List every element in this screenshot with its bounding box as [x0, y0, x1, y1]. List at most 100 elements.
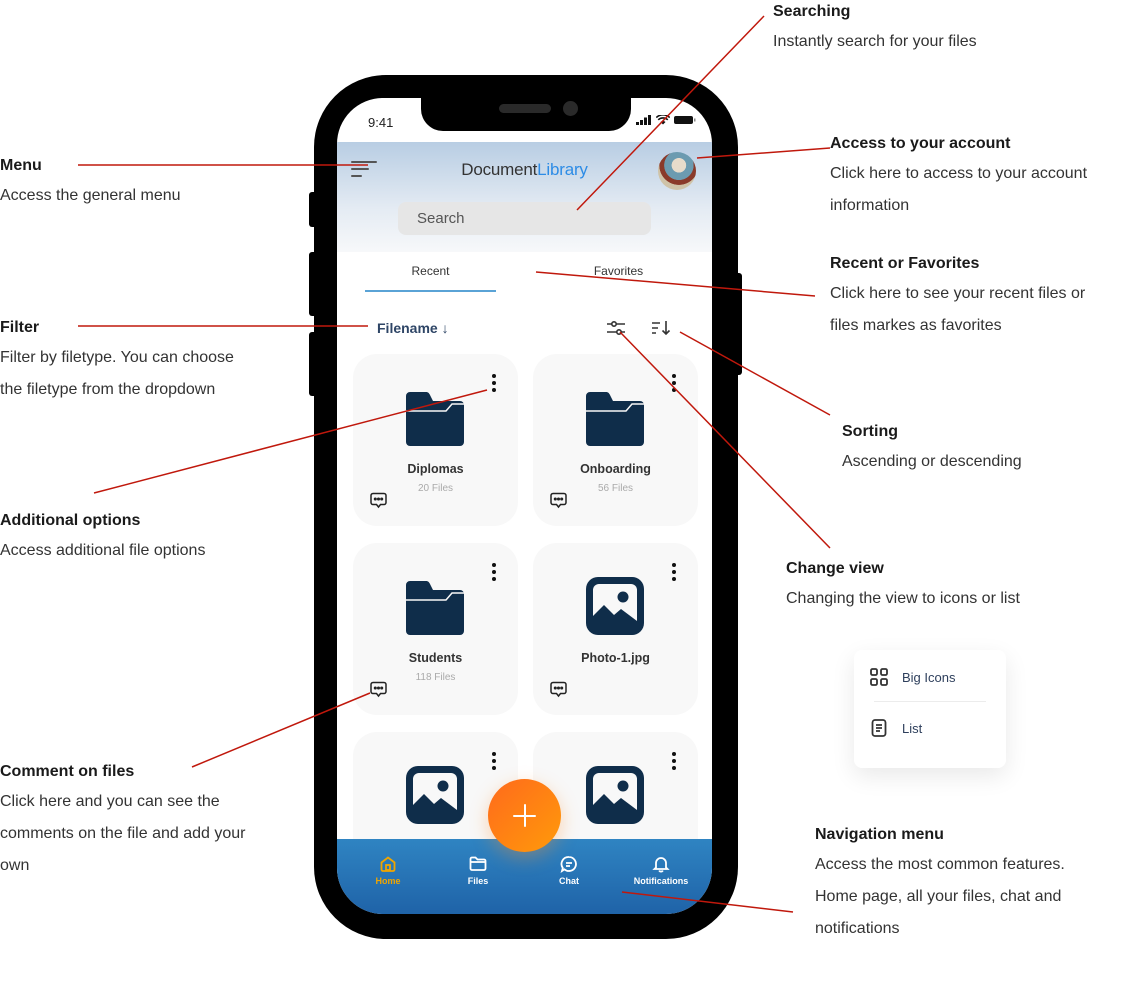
search-input[interactable] — [398, 202, 651, 235]
image-icon — [586, 766, 644, 824]
nav-home[interactable]: Home — [343, 855, 433, 886]
file-type-icon — [406, 766, 464, 824]
tab-label: Favorites — [593, 264, 644, 278]
annotation-desc: comments on the file and add your — [0, 825, 246, 842]
kebab-dot — [672, 766, 676, 770]
account-avatar[interactable] — [658, 152, 696, 190]
file-name: Students — [408, 651, 463, 665]
sort-descending-icon — [652, 321, 671, 336]
filter-dropdown[interactable]: Filename ↓ — [377, 320, 449, 336]
annotation-title: Filter — [0, 319, 40, 336]
tab-recent[interactable]: Recent — [365, 264, 496, 292]
app-screen: 9:41 DocumentLibrary Recent Favorites Fi… — [337, 98, 712, 914]
sort-button[interactable] — [651, 320, 671, 336]
annotation-desc: Home page, all your files, chat and — [815, 888, 1062, 905]
file-name: Photo-1.jpg — [581, 651, 650, 665]
nav-label: Chat — [559, 876, 579, 886]
more-options-button[interactable] — [490, 372, 498, 394]
app-logo: DocumentLibrary — [337, 160, 712, 180]
nav-label: Home — [375, 876, 401, 886]
add-file-button[interactable] — [488, 779, 561, 852]
more-options-button[interactable] — [670, 372, 678, 394]
more-options-button[interactable] — [490, 750, 498, 772]
annotation-desc: files markes as favorites — [830, 317, 1002, 334]
tab-bar: Recent Favorites — [337, 258, 712, 294]
phone-volume-up — [309, 252, 317, 316]
annotation-desc: own — [0, 857, 30, 874]
grid-icon — [870, 668, 888, 686]
annotation-title: Change view — [786, 560, 884, 577]
sliders-icon — [607, 320, 625, 336]
kebab-dot — [672, 759, 676, 763]
annotation-title: Comment on files — [0, 763, 135, 780]
file-card[interactable]: Diplomas 20 Files — [353, 354, 518, 526]
kebab-dot — [672, 388, 676, 392]
list-icon — [871, 719, 887, 737]
tab-label: Recent — [411, 264, 450, 278]
kebab-dot — [672, 563, 676, 567]
annotation-title: Menu — [0, 157, 42, 174]
annotation-desc: Ascending or descending — [842, 453, 1022, 470]
file-card[interactable]: Students 118 Files — [353, 543, 518, 715]
annotation-title: Sorting — [842, 423, 898, 440]
bell-icon — [652, 857, 670, 873]
logo-document: Document — [461, 160, 538, 179]
annotation-desc: information — [830, 197, 910, 214]
kebab-dot — [492, 563, 496, 567]
comment-icon — [550, 492, 567, 509]
view-options-popup: Big Icons List — [854, 650, 1006, 768]
home-icon — [380, 856, 396, 872]
annotation-title: Access to your account — [830, 135, 1011, 152]
nav-notifications[interactable]: Notifications — [616, 855, 706, 886]
filter-row: Filename ↓ — [337, 316, 712, 340]
folder-icon — [469, 856, 487, 871]
comment-button[interactable] — [370, 681, 387, 698]
signal-icon — [636, 115, 651, 125]
tab-favorites[interactable]: Favorites — [553, 264, 684, 292]
comment-button[interactable] — [370, 492, 387, 509]
file-type-icon — [586, 392, 644, 446]
kebab-dot — [492, 577, 496, 581]
comment-button[interactable] — [550, 681, 567, 698]
kebab-dot — [672, 381, 676, 385]
file-type-icon — [406, 392, 464, 446]
annotation-account: Access to your account Click here to acc… — [830, 134, 1087, 222]
annotation-additional-options: Additional options Access additional fil… — [0, 511, 205, 567]
view-option-label: Big Icons — [902, 669, 956, 685]
nav-files[interactable]: Files — [433, 855, 523, 886]
phone-volume-down — [309, 332, 317, 396]
nav-label: Files — [467, 876, 489, 886]
nav-chat[interactable]: Chat — [524, 855, 614, 886]
annotation-title: Navigation menu — [815, 826, 944, 843]
comment-button[interactable] — [550, 492, 567, 509]
folder-icon — [406, 392, 464, 446]
view-option-label: List — [902, 720, 923, 736]
annotation-recent-favorites: Recent or Favorites Click here to see yo… — [830, 254, 1085, 342]
phone-speaker — [499, 104, 551, 113]
more-options-button[interactable] — [670, 750, 678, 772]
image-icon — [406, 766, 464, 824]
divider — [874, 701, 986, 702]
file-card[interactable]: Onboarding 56 Files — [533, 354, 698, 526]
annotation-title: Recent or Favorites — [830, 255, 980, 272]
folder-icon — [586, 392, 644, 446]
more-options-button[interactable] — [670, 561, 678, 583]
phone-power-button — [734, 273, 742, 375]
image-icon — [586, 577, 644, 635]
annotation-navigation: Navigation menu Access the most common f… — [815, 825, 1065, 945]
kebab-dot — [492, 374, 496, 378]
annotation-desc: Access the general menu — [0, 187, 181, 204]
file-card[interactable]: Photo-1.jpg — [533, 543, 698, 715]
nav-label: Notifications — [633, 876, 689, 886]
status-time: 9:41 — [368, 115, 394, 130]
file-type-icon — [586, 766, 644, 824]
annotation-filter: Filter Filter by filetype. You can choos… — [0, 318, 234, 406]
more-options-button[interactable] — [490, 561, 498, 583]
annotation-desc: Click here and you can see the — [0, 793, 220, 810]
annotation-change-view: Change view Changing the view to icons o… — [786, 559, 1020, 615]
change-view-button[interactable] — [606, 320, 626, 336]
view-option-list[interactable]: List — [870, 716, 922, 740]
kebab-dot — [492, 381, 496, 385]
view-option-big-icons[interactable]: Big Icons — [870, 665, 955, 689]
kebab-dot — [492, 759, 496, 763]
